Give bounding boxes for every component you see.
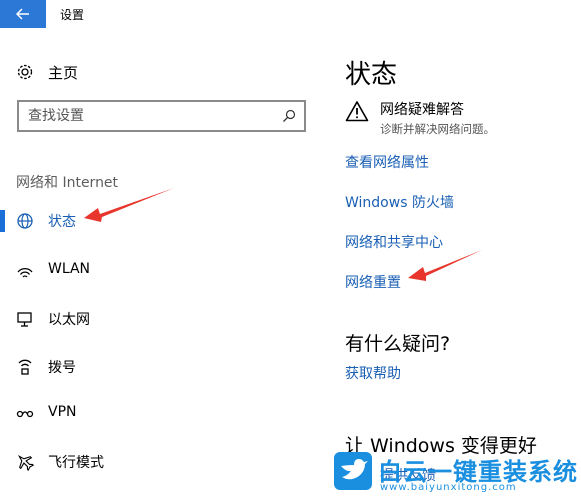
sidebar-item-label: WLAN (48, 261, 91, 277)
watermark: 白云一键重装系统 www.baiyunxitong.com (330, 446, 581, 498)
back-button[interactable] (0, 0, 46, 28)
globe-icon (17, 213, 33, 229)
link-get-help[interactable]: 获取帮助 (345, 363, 401, 383)
title-bar: 设置 (0, 0, 581, 28)
sidebar-home[interactable]: 主页 (16, 60, 78, 84)
section-title: 网络和 Internet (16, 175, 119, 191)
troubleshoot-title[interactable]: 网络疑难解答 (380, 99, 464, 119)
troubleshoot-subtitle: 诊断并解决网络问题。 (380, 122, 495, 136)
window-title: 设置 (60, 8, 85, 22)
wifi-icon (17, 268, 33, 278)
sidebar-item-label: 以太网 (48, 312, 90, 328)
link-view-network-properties[interactable]: 查看网络属性 (345, 152, 429, 172)
sidebar-item-vpn[interactable]: VPN (0, 398, 320, 430)
sidebar-item-airplane-mode[interactable]: 飞行模式 (0, 446, 320, 478)
search-input[interactable] (28, 108, 268, 124)
home-label: 主页 (48, 63, 79, 82)
main-content: 状态 网络疑难解答 诊断并解决网络问题。 查看网络属性 Windows 防火墙 … (320, 28, 581, 498)
link-network-sharing-center[interactable]: 网络和共享中心 (345, 232, 443, 252)
bird-logo-icon (334, 452, 372, 490)
gear-icon (17, 64, 33, 80)
back-arrow-icon (16, 8, 29, 20)
sidebar-item-label: 拨号 (48, 360, 76, 376)
sidebar-item-status[interactable]: 状态 (0, 205, 320, 237)
link-network-reset[interactable]: 网络重置 (345, 272, 401, 292)
watermark-url: www.baiyunxitong.com (380, 482, 517, 493)
sidebar-item-label: VPN (48, 404, 77, 420)
sidebar: 主页 网络和 Internet 状态 WLAN (0, 28, 320, 498)
search-icon[interactable] (282, 109, 296, 123)
vpn-icon (16, 410, 34, 418)
search-box[interactable] (17, 100, 306, 132)
question-heading: 有什么疑问? (345, 333, 451, 355)
ethernet-icon (17, 312, 32, 327)
sidebar-item-dialup[interactable]: 拨号 (0, 351, 320, 383)
sidebar-item-label: 状态 (48, 214, 76, 230)
dialup-icon (18, 359, 32, 375)
warning-icon (345, 101, 369, 122)
sidebar-item-label: 飞行模式 (48, 455, 104, 471)
page-title: 状态 (345, 60, 398, 90)
sidebar-item-ethernet[interactable]: 以太网 (0, 303, 320, 335)
sidebar-item-wlan[interactable]: WLAN (0, 255, 320, 287)
airplane-icon (17, 454, 34, 471)
link-windows-firewall[interactable]: Windows 防火墙 (345, 192, 454, 212)
active-indicator (0, 210, 5, 232)
